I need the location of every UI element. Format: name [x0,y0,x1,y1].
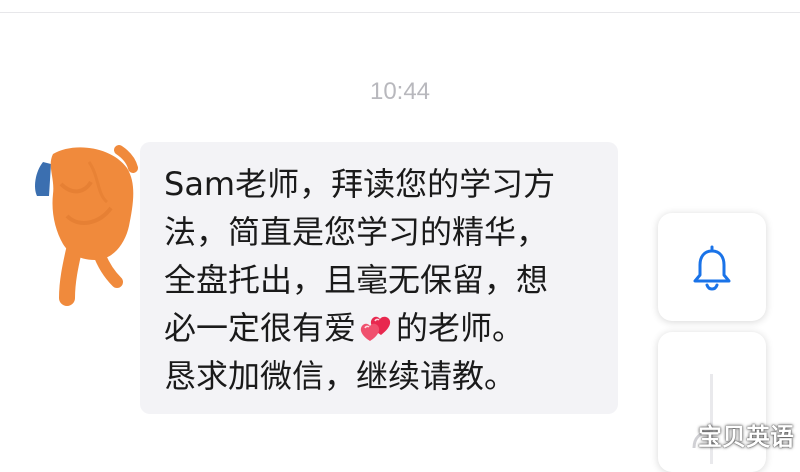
message-text: 的老师。 [396,309,525,347]
watermark-text: 宝贝英语 [698,423,794,451]
top-divider [0,12,800,13]
two-hearts-emoji-icon [360,316,391,341]
message-line: 必一定很有爱 的老师。 [164,304,598,352]
message-bubble[interactable]: Sam老师，拜读您的学习方 法，简直是您学习的精华， 全盘托出，且毫无保留，想 … [140,142,618,414]
message-text: 必一定很有爱 [164,309,357,347]
bell-icon [693,245,731,291]
message-line: 恳求加微信，继续请教。 [164,357,517,395]
notification-button[interactable] [658,213,766,321]
message-line: 全盘托出，且毫无保留，想 [164,261,549,299]
message-timestamp: 10:44 [369,78,431,105]
message-line: Sam老师，拜读您的学习方 [164,165,556,203]
sender-avatar[interactable] [33,136,145,306]
message-line: 法，简直是您学习的精华， [164,213,549,251]
